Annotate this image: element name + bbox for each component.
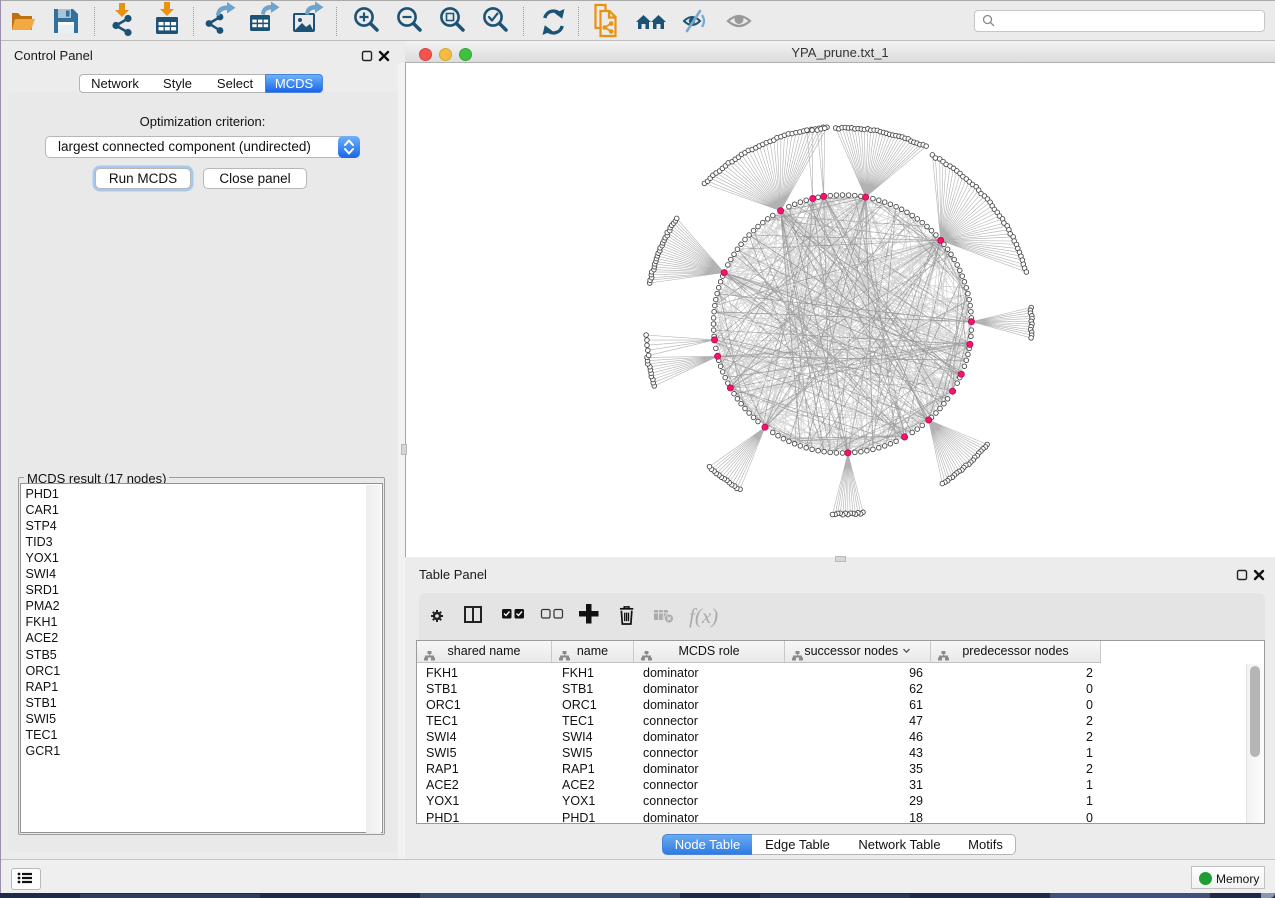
svg-text:f(x): f(x): [689, 604, 718, 628]
